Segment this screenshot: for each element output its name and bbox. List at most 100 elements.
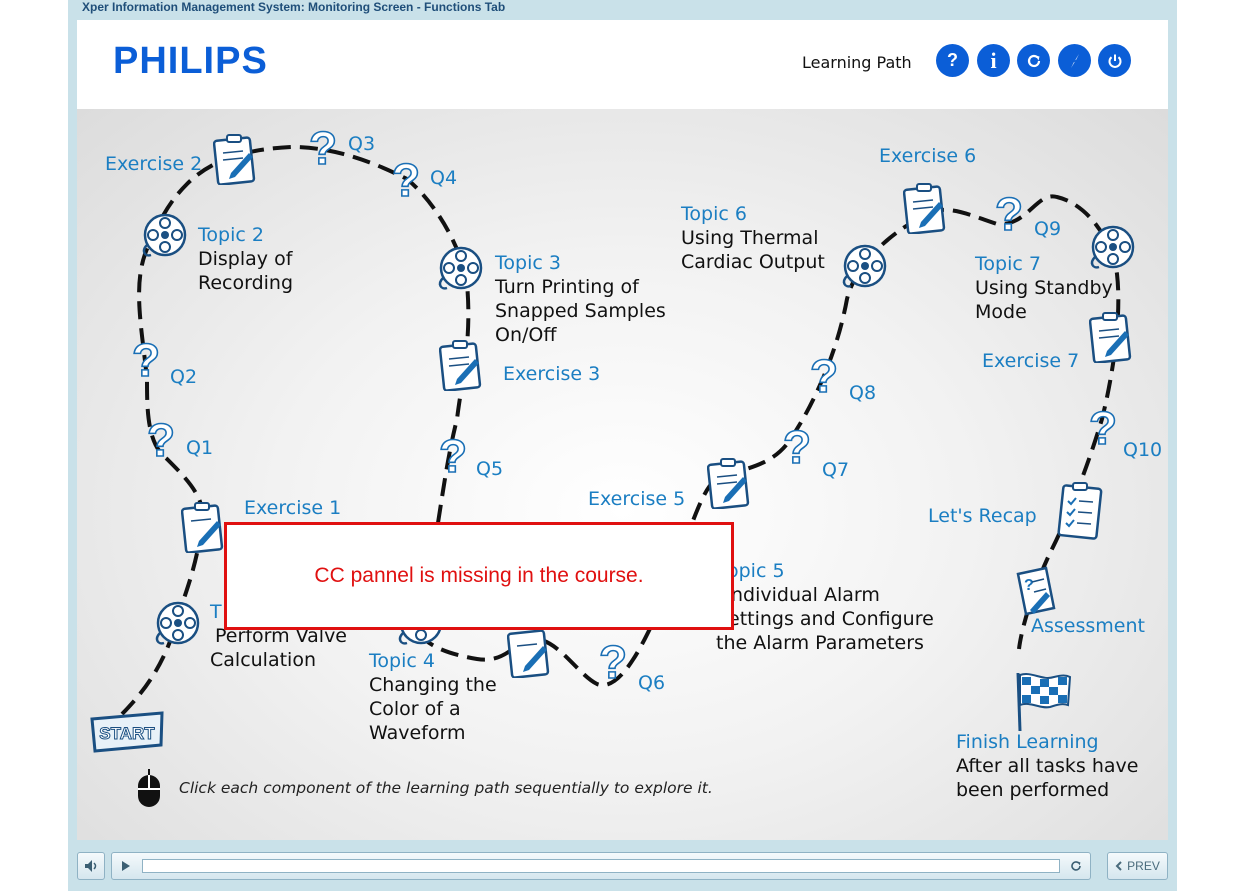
topic-3-line2: Snapped Samples bbox=[495, 300, 666, 322]
topic-2-label[interactable]: Topic 2 Display of Recording bbox=[198, 223, 293, 295]
q10-label[interactable]: Q10 bbox=[1123, 438, 1162, 462]
topic-4-line3: Waveform bbox=[369, 722, 466, 744]
replay-button[interactable] bbox=[1066, 856, 1086, 876]
playback-footer: PREV bbox=[77, 848, 1168, 884]
speaker-icon bbox=[85, 860, 97, 872]
cc-missing-notice: CC pannel is missing in the course. bbox=[224, 522, 734, 630]
q6-question-icon[interactable]: ? bbox=[598, 638, 628, 686]
play-icon bbox=[122, 861, 130, 871]
topic-5-label[interactable]: opic 5 ndividual Alarm ettings and Confi… bbox=[716, 559, 934, 655]
topic-3-line3: On/Off bbox=[495, 324, 557, 346]
topic-4-title: Topic 4 bbox=[369, 650, 435, 672]
topic-6-line2: Cardiac Output bbox=[681, 251, 825, 273]
refresh-button[interactable] bbox=[1017, 44, 1050, 77]
prev-button[interactable]: PREV bbox=[1107, 852, 1168, 880]
power-button[interactable] bbox=[1098, 44, 1131, 77]
q5-label[interactable]: Q5 bbox=[476, 457, 503, 481]
topic-6-line1: Using Thermal bbox=[681, 227, 819, 249]
assessment-document-icon[interactable]: ? bbox=[1012, 564, 1060, 620]
power-icon bbox=[1108, 54, 1121, 68]
topic-1-reel-icon[interactable] bbox=[152, 599, 200, 647]
exercise-7-label[interactable]: Exercise 7 bbox=[982, 349, 1079, 373]
q9-question-icon[interactable]: ? bbox=[994, 190, 1024, 238]
q3-question-icon[interactable]: ? bbox=[308, 124, 338, 172]
topic-6-reel-icon[interactable] bbox=[839, 242, 887, 290]
finish-learning-label[interactable]: Finish Learning After all tasks have bee… bbox=[956, 730, 1138, 802]
refresh-icon bbox=[1027, 54, 1040, 67]
start-button[interactable]: START bbox=[89, 711, 165, 753]
chevron-left-icon bbox=[1115, 861, 1122, 871]
lets-recap-label[interactable]: Let's Recap bbox=[928, 504, 1037, 528]
topic-7-title: Topic 7 bbox=[975, 253, 1041, 275]
assessment-question-mark: ? bbox=[1024, 577, 1034, 594]
topic-7-line1: Using Standby bbox=[975, 277, 1113, 299]
finish-flag-icon[interactable] bbox=[1012, 669, 1072, 733]
q3-label[interactable]: Q3 bbox=[348, 132, 375, 156]
topic-4-label[interactable]: Topic 4 Changing the Color of a Waveform bbox=[369, 649, 497, 745]
exercise-2-label[interactable]: Exercise 2 bbox=[105, 152, 202, 176]
topic-3-label[interactable]: Topic 3 Turn Printing of Snapped Samples… bbox=[495, 251, 666, 347]
exercise-2-clipboard-icon[interactable] bbox=[213, 133, 257, 185]
exercise-6-label[interactable]: Exercise 6 bbox=[879, 144, 976, 168]
recap-checklist-icon[interactable] bbox=[1055, 481, 1105, 541]
q8-question-icon[interactable]: ? bbox=[809, 352, 839, 400]
cc-notice-text: CC pannel is missing in the course. bbox=[314, 564, 644, 587]
replay-icon bbox=[1071, 861, 1081, 871]
topic-4-line1: Changing the bbox=[369, 674, 497, 696]
q6-label[interactable]: Q6 bbox=[638, 671, 665, 695]
progress-track[interactable] bbox=[142, 859, 1060, 873]
window-title: Xper Information Management System: Moni… bbox=[82, 0, 506, 14]
topic-2-line2: Recording bbox=[198, 272, 294, 294]
topic-2-reel-icon[interactable] bbox=[139, 211, 187, 259]
q1-question-icon[interactable]: ? bbox=[146, 416, 176, 464]
exercise-5-label[interactable]: Exercise 5 bbox=[588, 487, 685, 511]
q5-question-icon[interactable]: ? bbox=[438, 432, 468, 480]
compass-icon bbox=[1070, 53, 1079, 68]
finish-line1: After all tasks have bbox=[956, 755, 1139, 777]
topic-3-reel-icon[interactable] bbox=[435, 244, 483, 292]
exercise-1-clipboard-icon[interactable] bbox=[181, 501, 225, 553]
topic-5-line1: ndividual Alarm bbox=[731, 584, 880, 606]
prev-label: PREV bbox=[1127, 859, 1160, 873]
q7-question-icon[interactable]: ? bbox=[782, 423, 812, 471]
exercise-4-clipboard-icon[interactable] bbox=[507, 626, 551, 678]
mouse-icon bbox=[138, 769, 160, 807]
q2-label[interactable]: Q2 bbox=[170, 365, 197, 389]
volume-button[interactable] bbox=[77, 852, 105, 880]
exercise-1-label[interactable]: Exercise 1 bbox=[244, 496, 341, 520]
finish-line2: been performed bbox=[956, 779, 1110, 801]
topic-2-line1: Display of bbox=[198, 248, 293, 270]
topic-7-label[interactable]: Topic 7 Using Standby Mode bbox=[975, 252, 1113, 324]
q4-label[interactable]: Q4 bbox=[430, 166, 457, 190]
course-header: PHILIPS Learning Path ? i bbox=[77, 20, 1168, 109]
assessment-label[interactable]: Assessment bbox=[1031, 614, 1145, 638]
topic-5-line2: ettings and Configure bbox=[728, 608, 934, 630]
topic-3-title: Topic 3 bbox=[495, 252, 561, 274]
learning-path-stage: START ? ? ? ? ? ? ? ? ? ? ? Exercise 2 E… bbox=[77, 109, 1168, 840]
q10-question-icon[interactable]: ? bbox=[1088, 404, 1118, 452]
q7-label[interactable]: Q7 bbox=[822, 458, 849, 482]
exercise-3-label[interactable]: Exercise 3 bbox=[503, 362, 600, 386]
learning-path-label: Learning Path bbox=[802, 53, 912, 72]
instruction-text: Click each component of the learning pat… bbox=[179, 779, 713, 797]
q8-label[interactable]: Q8 bbox=[849, 381, 876, 405]
topic-3-line1: Turn Printing of bbox=[495, 276, 639, 298]
compass-button[interactable] bbox=[1058, 44, 1091, 77]
q1-label[interactable]: Q1 bbox=[186, 436, 213, 460]
q9-label[interactable]: Q9 bbox=[1034, 217, 1061, 241]
info-button[interactable]: i bbox=[977, 44, 1010, 77]
exercise-5-clipboard-icon[interactable] bbox=[707, 457, 751, 509]
philips-logo: PHILIPS bbox=[113, 40, 268, 82]
topic-4-line2: Color of a bbox=[369, 698, 461, 720]
topic-2-title: Topic 2 bbox=[198, 224, 264, 246]
topic-6-label[interactable]: Topic 6 Using Thermal Cardiac Output bbox=[681, 202, 825, 274]
exercise-6-clipboard-icon[interactable] bbox=[903, 182, 947, 234]
exercise-3-clipboard-icon[interactable] bbox=[439, 339, 483, 391]
finish-title: Finish Learning bbox=[956, 731, 1099, 753]
help-button[interactable]: ? bbox=[936, 44, 969, 77]
play-button[interactable] bbox=[118, 858, 134, 874]
help-icon: ? bbox=[947, 50, 958, 70]
q4-question-icon[interactable]: ? bbox=[391, 156, 421, 204]
q2-question-icon[interactable]: ? bbox=[131, 336, 161, 384]
start-label: START bbox=[99, 724, 155, 743]
